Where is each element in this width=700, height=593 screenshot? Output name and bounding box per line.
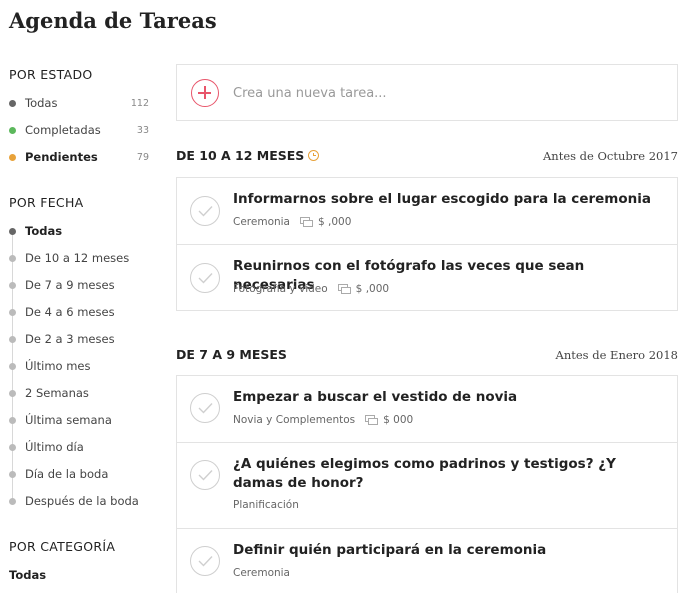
check-circle-icon[interactable] [190,460,220,490]
date-filter-label: 2 Semanas [25,386,89,400]
date-filter-after-wedding[interactable]: Después de la boda [9,491,149,511]
date-filter-label: De 4 a 6 meses [25,305,115,319]
cash-icon [337,283,351,294]
task-meta: Ceremonia $ ,000 [233,216,351,228]
date-filter-10-12-months[interactable]: De 10 a 12 meses [9,248,149,268]
date-filter-label: Última semana [25,413,112,427]
timeline-dot [9,281,16,289]
task-title[interactable]: Definir quién participará en la ceremoni… [233,541,653,560]
sidebar: POR ESTADO Todas 112 Completadas 33 Pend… [0,0,160,593]
date-filter-label: De 10 a 12 meses [25,251,130,265]
task-list-area: DE 10 A 12 MESES Antes de Octubre 2017 I… [176,0,678,593]
task-group: Empezar a buscar el vestido de novia Nov… [176,375,678,593]
task-item: Informarnos sobre el lugar escogido para… [177,178,677,245]
task-price: $ ,000 [355,283,390,295]
check-circle-icon[interactable] [190,196,220,226]
date-filter-label: De 7 a 9 meses [25,278,115,292]
category-filter-heading: POR CATEGORÍA [9,539,116,554]
task-meta: Planificación [233,499,299,511]
task-category: Ceremonia [233,216,290,228]
section-title-text: DE 7 A 9 MESES [176,347,287,362]
task-item: Definir quién participará en la ceremoni… [177,529,677,593]
task-price: $ ,000 [318,216,352,228]
new-task-input[interactable] [233,81,653,105]
task-title[interactable]: Empezar a buscar el vestido de novia [233,388,653,407]
section-header: DE 10 A 12 MESES Antes de Octubre 2017 [176,148,678,168]
task-title[interactable]: ¿A quiénes elegimos como padrinos y test… [233,455,643,493]
check-circle-icon[interactable] [190,263,220,293]
task-price: $ 000 [383,414,414,426]
status-filter-label: Pendientes [25,150,98,164]
status-filter-label: Completadas [25,123,101,137]
check-circle-icon[interactable] [190,393,220,423]
status-filter-pending[interactable]: Pendientes 79 [9,147,149,167]
timeline-dot [9,443,16,451]
new-task-bar [176,64,678,121]
task-category: Fotografía y video [233,283,328,295]
date-filter-heading: POR FECHA [9,195,84,210]
category-filter-all[interactable]: Todas [9,565,149,585]
date-filter-wedding-day[interactable]: Día de la boda [9,464,149,484]
task-meta: Fotografía y video $ ,000 [233,283,389,295]
timeline-dot [9,227,16,235]
date-filter-last-week[interactable]: Última semana [9,410,149,430]
timeline-dot [9,470,16,478]
status-dot [9,99,16,107]
status-filter-completed[interactable]: Completadas 33 [9,120,149,140]
timeline-dot [9,497,16,505]
status-filter-all[interactable]: Todas 112 [9,93,149,113]
timeline-dot [9,389,16,397]
status-filter-count: 112 [130,97,149,109]
timeline-dot [9,254,16,262]
date-filter-last-month[interactable]: Último mes [9,356,149,376]
task-meta: Ceremonia [233,567,290,579]
date-filter-label: Último mes [25,359,91,373]
category-filter-label: Todas [9,568,47,582]
task-meta: Novia y Complementos $ 000 [233,414,413,426]
section-date: Antes de Octubre 2017 [542,149,678,163]
section-title-text: DE 10 A 12 MESES [176,148,305,163]
date-filter-7-9-months[interactable]: De 7 a 9 meses [9,275,149,295]
date-filter-label: Todas [25,224,63,238]
timeline-dot [9,362,16,370]
date-filter-4-6-months[interactable]: De 4 a 6 meses [9,302,149,322]
task-item: Empezar a buscar el vestido de novia Nov… [177,376,677,443]
task-category: Ceremonia [233,567,290,579]
task-item: Reunirnos con el fotógrafo las veces que… [177,245,677,311]
task-category: Novia y Complementos [233,414,356,426]
task-title[interactable]: Informarnos sobre el lugar escogido para… [233,190,653,209]
timeline-dot [9,416,16,424]
status-filter-count: 79 [136,151,149,163]
status-filter-label: Todas [25,96,58,110]
date-filter-label: Último día [25,440,84,454]
section-header: DE 7 A 9 MESES Antes de Enero 2018 [176,347,678,367]
status-filter-heading: POR ESTADO [9,67,93,82]
section-date: Antes de Enero 2018 [555,348,678,362]
cash-icon [300,216,313,227]
task-item: ¿A quiénes elegimos como padrinos y test… [177,443,677,529]
date-filter-2-3-months[interactable]: De 2 a 3 meses [9,329,149,349]
check-circle-icon[interactable] [190,546,220,576]
cash-icon [365,414,379,425]
status-dot [9,153,16,161]
date-filter-label: Día de la boda [25,467,109,481]
section-title: DE 7 A 9 MESES [176,347,287,362]
status-dot [9,126,16,134]
status-filter-count: 33 [136,124,149,136]
timeline-dot [9,335,16,343]
plus-circle-icon[interactable] [191,79,219,107]
clock-icon [308,150,320,161]
date-filter-all[interactable]: Todas [9,221,149,241]
date-filter-label: De 2 a 3 meses [25,332,115,346]
section-title: DE 10 A 12 MESES [176,148,320,163]
date-filter-label: Después de la boda [25,494,139,508]
timeline-dot [9,308,16,316]
date-filter-last-day[interactable]: Último día [9,437,149,457]
task-category: Planificación [233,499,299,511]
date-filter-2-weeks[interactable]: 2 Semanas [9,383,149,403]
task-group: Informarnos sobre el lugar escogido para… [176,177,678,311]
